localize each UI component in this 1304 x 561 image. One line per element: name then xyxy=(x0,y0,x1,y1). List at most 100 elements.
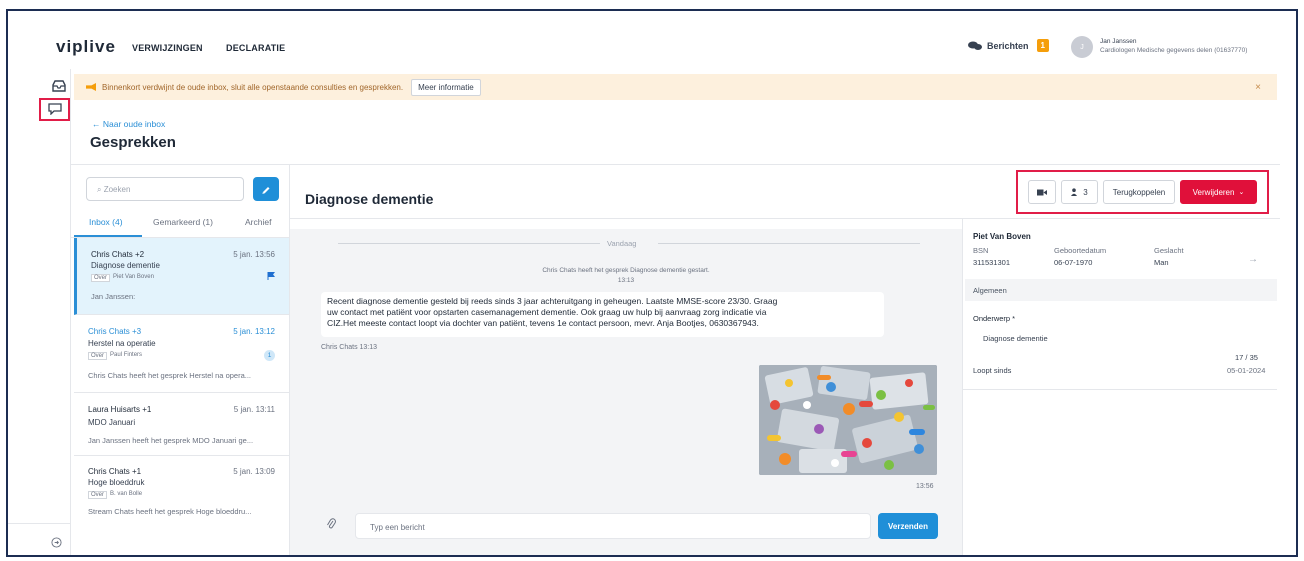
pills-image xyxy=(759,365,937,475)
conv-subject: Hoge bloeddruk xyxy=(88,478,145,487)
dob-value: 06-07-1970 xyxy=(1054,258,1093,267)
subject-counter: 17 / 35 xyxy=(1235,353,1258,362)
search-icon: ⌕ xyxy=(97,185,104,194)
sex-value: Man xyxy=(1154,258,1169,267)
system-message-time: 13:13 xyxy=(617,277,635,284)
conv-preview: Jan Janssen: xyxy=(91,292,136,301)
logout-icon[interactable] xyxy=(51,537,62,548)
conv-preview: Chris Chats heeft het gesprek Herstel na… xyxy=(88,371,252,380)
participants-button[interactable]: 3 xyxy=(1061,180,1098,204)
subject-value[interactable]: Diagnose dementie xyxy=(983,334,1048,343)
deprecation-banner: Binnenkort verdwijnt de oude inbox, slui… xyxy=(74,74,1277,100)
dob-label: Geboortedatum xyxy=(1054,246,1107,255)
more-info-button[interactable]: Meer informatie xyxy=(411,78,481,96)
tab-marked[interactable]: Gemarkeerd (1) xyxy=(153,217,213,227)
system-message: Chris Chats heeft het gesprek Diagnose d… xyxy=(542,267,710,274)
participants-count: 3 xyxy=(1083,187,1088,197)
user-role: Cardiologen Medische gegevens delen (016… xyxy=(1100,47,1248,54)
banner-text: Binnenkort verdwijnt de oude inbox, slui… xyxy=(102,82,404,92)
logo: viplive xyxy=(56,37,116,56)
message-line: uw contact met patiënt voor opstarten ca… xyxy=(327,307,767,317)
message-line: Recent diagnose dementie gesteld bij ree… xyxy=(327,296,778,306)
chat-bubbles-icon xyxy=(968,41,982,50)
nav-verwijzingen[interactable]: VERWIJZINGEN xyxy=(132,43,203,53)
conv-patient-tag: Over Piet Van Boven xyxy=(91,274,154,282)
conv-participants: Chris Chats +2 xyxy=(91,250,145,259)
tab-inbox[interactable]: Inbox (4) xyxy=(89,217,123,227)
search-input[interactable]: ⌕ Zoeken xyxy=(86,177,244,201)
send-button[interactable]: Verzenden xyxy=(878,513,938,539)
video-call-button[interactable] xyxy=(1028,180,1056,204)
since-label: Loopt sinds xyxy=(973,366,1012,375)
conversation-title: Diagnose dementie xyxy=(305,191,434,207)
chevron-down-icon: ⌄ xyxy=(1238,189,1245,196)
tag-over: Over xyxy=(88,352,108,360)
app-window: viplive VERWIJZINGEN DECLARATIE Berichte… xyxy=(6,9,1298,557)
megaphone-icon xyxy=(86,83,96,91)
tag-over: Over xyxy=(88,491,108,499)
bsn-value: 311531301 xyxy=(973,258,1010,267)
chat-header-divider xyxy=(290,218,1280,219)
tag-patient: B. van Bolle xyxy=(110,491,143,497)
tag-patient: Piet Van Boven xyxy=(113,274,154,280)
close-icon[interactable]: × xyxy=(1255,82,1261,93)
bsn-label: BSN xyxy=(973,246,989,255)
tab-archive[interactable]: Archief xyxy=(245,217,271,227)
conv-subject: Diagnose dementie xyxy=(91,261,160,270)
since-value: 05-01-2024 xyxy=(1227,366,1266,375)
conv-participants: Chris Chats +3 xyxy=(88,327,142,336)
day-line-left xyxy=(338,243,600,244)
avatar[interactable]: J xyxy=(1071,36,1093,58)
pencil-icon xyxy=(262,187,270,194)
compose-button[interactable] xyxy=(253,177,279,201)
list-item[interactable]: Laura Huisarts +1 5 jan. 13:11 MDO Janua… xyxy=(74,394,289,456)
attached-image[interactable] xyxy=(759,365,937,475)
conv-time: 5 jan. 13:11 xyxy=(233,405,275,414)
panel-divider xyxy=(963,389,1277,390)
conv-time: 5 jan. 13:12 xyxy=(233,327,275,336)
header-divider xyxy=(70,164,1280,165)
message-input[interactable]: Typ een bericht xyxy=(355,513,871,539)
conv-subject: Herstel na operatie xyxy=(88,339,156,348)
back-to-old-inbox-link[interactable]: ← Naar oude inbox xyxy=(92,119,165,129)
list-item[interactable]: Chris Chats +2 5 jan. 13:56 Diagnose dem… xyxy=(74,238,289,315)
inbox-icon[interactable] xyxy=(52,80,66,92)
tag-patient: Paul Finters xyxy=(110,352,143,358)
image-time: 13:56 xyxy=(916,483,934,490)
delete-button[interactable]: Verwijderen ⌄ xyxy=(1180,180,1257,204)
list-item[interactable]: Chris Chats +3 5 jan. 13:12 Herstel na o… xyxy=(74,316,289,393)
day-separator: Vandaag xyxy=(607,239,637,248)
message-sender: Chris Chats 13:13 xyxy=(321,344,378,351)
conv-preview: Jan Janssen heeft het gesprek MDO Januar… xyxy=(88,436,254,445)
message-line: CIZ.Het meeste contact loopt via dochter… xyxy=(327,318,759,328)
section-general: Algemeen xyxy=(973,286,1007,295)
delete-label: Verwijderen xyxy=(1192,187,1235,197)
unread-count-badge: 1 xyxy=(264,350,275,361)
messages-label: Berichten xyxy=(987,40,1029,51)
patient-name: Piet Van Boven xyxy=(973,232,1031,241)
messages-count-badge: 1 xyxy=(1036,39,1049,52)
list-item[interactable]: Chris Chats +1 5 jan. 13:09 Hoge bloeddr… xyxy=(74,457,289,527)
conv-participants: Laura Huisarts +1 xyxy=(88,405,152,414)
message-bubble: Recent diagnose dementie gesteld bij ree… xyxy=(321,292,884,337)
rail-divider xyxy=(8,523,70,524)
flag-icon[interactable] xyxy=(267,272,275,280)
video-icon xyxy=(1037,189,1047,195)
conv-patient-tag: Over Paul Finters xyxy=(88,352,142,360)
chat-icon[interactable] xyxy=(48,103,62,115)
user-name: Jan Janssen xyxy=(1100,38,1137,45)
paperclip-icon[interactable] xyxy=(326,518,336,530)
conv-participants: Chris Chats +1 xyxy=(88,467,142,476)
nav-declaratie[interactable]: DECLARATIE xyxy=(226,43,285,53)
messages-link[interactable]: Berichten 1 xyxy=(968,39,1049,52)
sex-label: Geslacht xyxy=(1154,246,1184,255)
message-placeholder: Typ een bericht xyxy=(370,523,425,532)
users-icon xyxy=(1071,188,1078,196)
day-line-right xyxy=(658,243,920,244)
arrow-right-icon[interactable]: → xyxy=(1248,254,1258,265)
conv-time: 5 jan. 13:56 xyxy=(233,250,275,259)
subject-label: Onderwerp * xyxy=(973,314,1016,323)
conv-preview: Stream Chats heeft het gesprek Hoge bloe… xyxy=(88,507,252,516)
return-button[interactable]: Terugkoppelen xyxy=(1103,180,1175,204)
conv-subject: MDO Januari xyxy=(88,418,136,427)
